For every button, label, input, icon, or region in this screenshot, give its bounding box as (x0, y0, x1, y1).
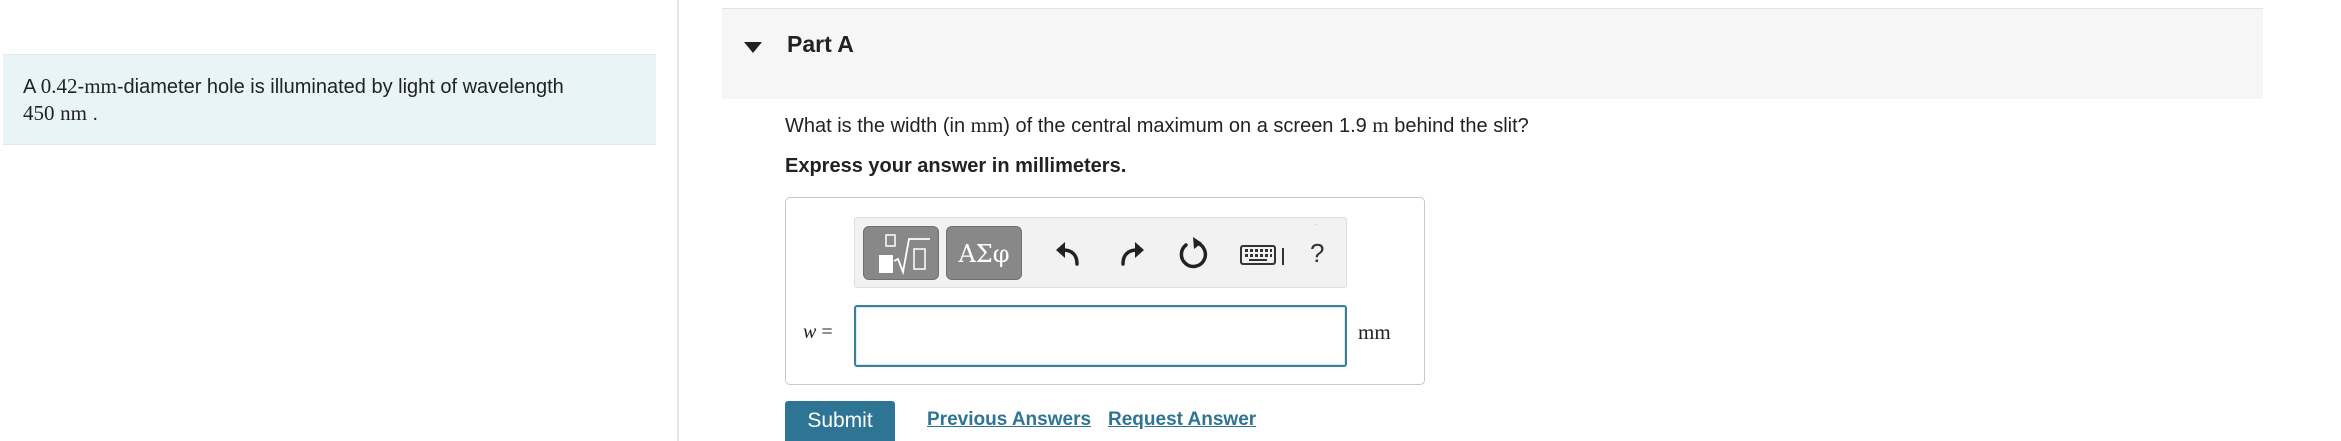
reset-icon[interactable] (1175, 236, 1211, 272)
keyboard-icon[interactable] (1239, 236, 1289, 272)
answer-box: · ΑΣφ ? w = mm (785, 197, 1425, 385)
problem-intro-line1: A 0.42-mm-diameter hole is illuminated b… (23, 73, 636, 100)
problem-intro-panel: A 0.42-mm-diameter hole is illuminated b… (3, 54, 656, 145)
intro-prefix: A (23, 76, 41, 98)
undo-icon[interactable] (1051, 236, 1087, 272)
toolbar-dot: · (1315, 220, 1318, 229)
templates-button[interactable] (863, 226, 939, 280)
panel-divider (677, 0, 679, 441)
answer-input[interactable] (854, 305, 1347, 367)
templates-icon (879, 234, 930, 276)
answer-equals: = (816, 321, 833, 343)
answer-unit: mm (1358, 320, 1391, 344)
math-toolbar: · ΑΣφ ? (854, 217, 1347, 288)
problem-intro-line2: 450 nm . (23, 100, 636, 127)
intro-wavelength-value: 450 (23, 101, 55, 125)
help-button[interactable]: ? (1310, 238, 1324, 269)
intro-diameter-value: 0.42 (40, 74, 78, 98)
submit-button[interactable]: Submit (785, 401, 895, 441)
part-title: Part A (787, 31, 854, 57)
redo-icon[interactable] (1113, 236, 1149, 272)
intro-unit-mm: mm (84, 74, 117, 98)
intro-text: -diameter hole is illuminated by light o… (116, 76, 564, 98)
collapse-caret-icon[interactable] (744, 42, 762, 53)
greek-symbols-label: ΑΣφ (958, 240, 1010, 268)
request-answer-link[interactable]: Request Answer (1108, 409, 1256, 431)
answer-instruction: Express your answer in millimeters. (785, 155, 1127, 177)
answer-variable-label: w = (803, 321, 833, 344)
question-text: What is the width (in mm) of the central… (785, 113, 1529, 138)
question-text-after: behind the slit? (1388, 115, 1529, 137)
intro-period: . (86, 103, 99, 125)
intro-unit-nm: nm (60, 101, 87, 125)
greek-symbols-button[interactable]: ΑΣφ (946, 226, 1022, 280)
question-unit: mm (970, 113, 1004, 137)
question-text-before: What is the width (in (785, 115, 971, 137)
answer-variable: w (803, 321, 817, 343)
question-text-middle: ) of the central maximum on a screen 1.9 (1003, 115, 1373, 137)
question-distance-unit: m (1372, 113, 1389, 137)
part-a-header[interactable]: Part A (722, 8, 2263, 99)
previous-answers-link[interactable]: Previous Answers (927, 409, 1091, 431)
